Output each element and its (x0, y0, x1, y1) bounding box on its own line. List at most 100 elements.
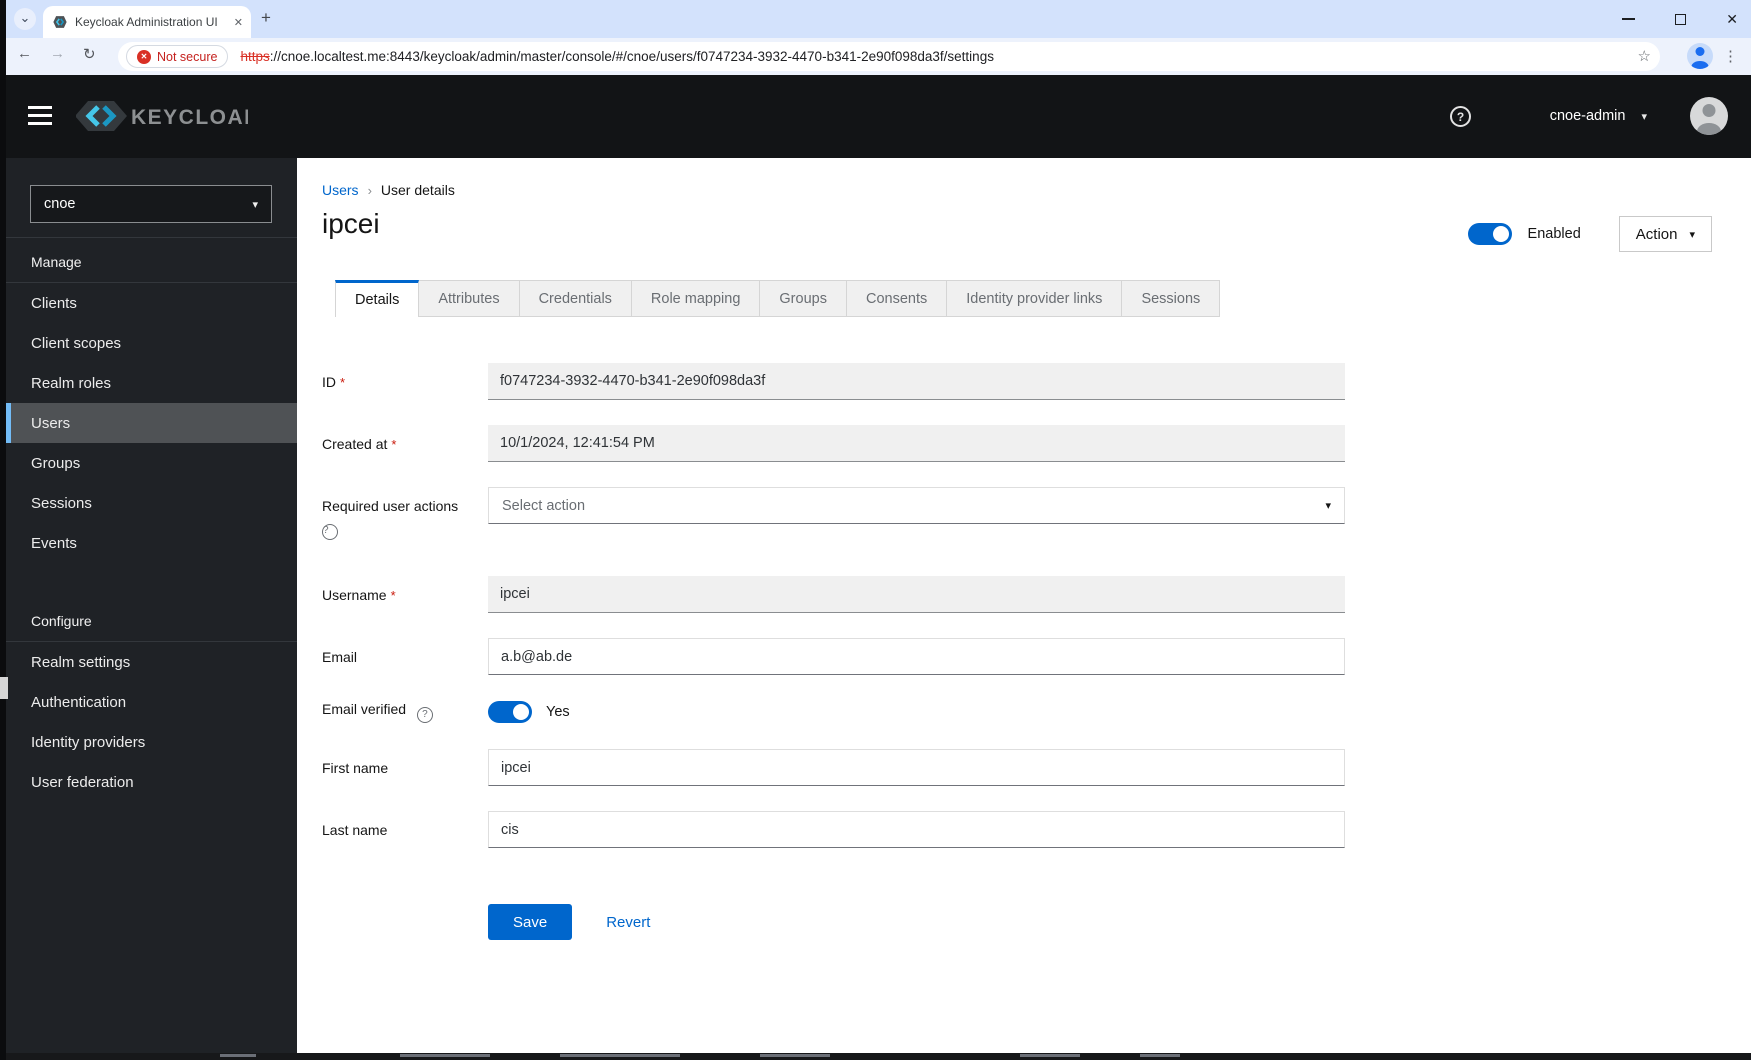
breadcrumb-current: User details (380, 182, 455, 198)
first-name-label: First name (322, 760, 389, 776)
tab-credentials[interactable]: Credentials (519, 280, 632, 317)
sidebar-item-realm-roles[interactable]: Realm roles (6, 363, 297, 403)
url-scheme: https (240, 49, 270, 64)
new-tab-button[interactable]: + (261, 8, 271, 28)
tab-title: Keycloak Administration UI (75, 15, 218, 29)
browser-tab[interactable]: Keycloak Administration UI ✕ (43, 6, 251, 38)
user-menu-label: cnoe-admin (1549, 108, 1626, 124)
not-secure-badge[interactable]: ✕ Not secure (126, 45, 229, 68)
tab-sessions[interactable]: Sessions (1122, 280, 1221, 317)
created-at-field (488, 425, 1345, 462)
chevron-down-icon: ▾ (1325, 500, 1331, 512)
tab-attributes[interactable]: Attributes (419, 280, 520, 317)
bookmark-star-icon[interactable]: ☆ (1638, 47, 1651, 65)
created-at-label: Created at * (322, 436, 397, 452)
realm-name: cnoe (44, 196, 76, 212)
url-text: https://cnoe.localtest.me:8443/keycloak/… (240, 49, 994, 64)
email-verified-toggle[interactable] (488, 701, 532, 723)
tab-groups[interactable]: Groups (760, 280, 847, 317)
revert-link[interactable]: Revert (606, 914, 650, 931)
back-icon[interactable]: ← (17, 45, 32, 62)
url-rest: ://cnoe.localtest.me:8443/keycloak/admin… (269, 49, 994, 64)
select-placeholder: Select action (502, 497, 586, 514)
breadcrumb-users-link[interactable]: Users (322, 182, 359, 198)
required-asterisk: * (390, 588, 396, 603)
email-verified-state: Yes (546, 704, 570, 720)
form-actions: Save Revert (488, 904, 1345, 940)
user-details-form: ID* Created at* Required user actions ? … (322, 363, 1345, 940)
tab-identity-provider-links[interactable]: Identity provider links (947, 280, 1123, 317)
sidebar-item-identity-providers[interactable]: Identity providers (6, 722, 297, 762)
window-maximize-icon[interactable] (1675, 13, 1687, 25)
last-name-label: Last name (322, 822, 388, 838)
sidebar-item-authentication[interactable]: Authentication (6, 682, 297, 722)
sidebar-item-user-federation[interactable]: User federation (6, 762, 297, 802)
help-icon[interactable]: ? (416, 706, 433, 723)
field-row-id: ID * (322, 363, 1345, 400)
keycloak-masthead: KEYCLOAK ? cnoe-admin ▾ (0, 75, 1751, 158)
sidebar-item-sessions[interactable]: Sessions (6, 483, 297, 523)
reload-icon[interactable]: ↻ (83, 45, 96, 63)
required-actions-select[interactable]: Select action ▾ (488, 487, 1345, 524)
id-field (488, 363, 1345, 400)
browser-titlebar: ⌄ Keycloak Administration UI ✕ + ✕ (0, 0, 1751, 38)
help-icon[interactable]: ? (322, 524, 338, 540)
address-bar[interactable]: ✕ Not secure https://cnoe.localtest.me:8… (118, 42, 1660, 71)
enabled-toggle[interactable] (1467, 223, 1512, 245)
tab-close-icon[interactable]: ✕ (234, 16, 243, 29)
chevron-down-icon: ▾ (252, 198, 258, 211)
save-button[interactable]: Save (488, 904, 573, 940)
tab-search-icon[interactable]: ⌄ (14, 8, 36, 30)
email-field[interactable] (488, 638, 1345, 675)
window-close-icon[interactable]: ✕ (1726, 12, 1738, 26)
required-actions-label: Required user actions ? (322, 487, 488, 540)
sidebar-item-clients[interactable]: Clients (6, 283, 297, 323)
tab-details[interactable]: Details (335, 280, 420, 317)
field-row-required-actions: Required user actions ? Select action ▾ (322, 487, 1345, 540)
tab-consents[interactable]: Consents (846, 280, 948, 317)
required-asterisk: * (340, 375, 346, 390)
background-window-bottom-strip (0, 1053, 1751, 1060)
browser-profile-avatar[interactable] (1687, 43, 1713, 69)
keycloak-logo[interactable]: KEYCLOAK (76, 98, 248, 134)
sidebar: cnoe ▾ Manage Clients Client scopes Real… (6, 158, 297, 1053)
nav-section-manage: Manage (6, 238, 297, 283)
realm-selector[interactable]: cnoe ▾ (30, 185, 272, 223)
field-row-last-name: Last name (322, 811, 1345, 848)
first-name-field[interactable] (488, 749, 1345, 786)
avatar[interactable] (1690, 97, 1728, 135)
browser-menu-icon[interactable]: ⋮ (1723, 47, 1738, 65)
sidebar-item-events[interactable]: Events (6, 523, 297, 563)
sidebar-item-users[interactable]: Users (6, 403, 297, 443)
last-name-field[interactable] (488, 811, 1345, 848)
sidebar-item-groups[interactable]: Groups (6, 443, 297, 483)
username-field (488, 576, 1345, 613)
breadcrumb-separator-icon: › (367, 182, 372, 198)
tab-role-mapping[interactable]: Role mapping (631, 280, 761, 317)
help-icon[interactable]: ? (1450, 106, 1471, 127)
not-secure-error-icon: ✕ (137, 49, 151, 64)
realm-selector-block: cnoe ▾ (6, 158, 297, 238)
action-dropdown-button[interactable]: Action ▾ (1618, 216, 1712, 252)
enabled-label: Enabled (1527, 226, 1581, 242)
background-window-edge (0, 0, 6, 1060)
required-asterisk: * (391, 437, 397, 452)
field-row-username: Username * (322, 576, 1345, 613)
window-minimize-icon[interactable] (1622, 18, 1636, 20)
field-row-email: Email (322, 638, 1345, 675)
sidebar-item-realm-settings[interactable]: Realm settings (6, 642, 297, 682)
browser-toolbar: ← → ↻ ✕ Not secure https://cnoe.localtes… (0, 38, 1751, 75)
field-row-first-name: First name (322, 749, 1345, 786)
email-verified-label: Email verified ? (322, 701, 488, 723)
page-actions: Enabled Action ▾ (1467, 216, 1712, 252)
page-title: ipcei (322, 208, 380, 239)
id-label: ID * (322, 374, 346, 390)
forward-icon[interactable]: → (50, 45, 65, 62)
breadcrumb: Users › User details (322, 182, 455, 198)
main-content: Users › User details ipcei Enabled Actio… (297, 158, 1751, 1053)
sidebar-item-client-scopes[interactable]: Client scopes (6, 323, 297, 363)
nav-toggle-icon[interactable] (28, 106, 52, 126)
user-menu[interactable]: cnoe-admin ▾ (1550, 108, 1647, 124)
background-window-artifact (0, 677, 8, 699)
nav-section-configure: Configure (6, 597, 297, 642)
